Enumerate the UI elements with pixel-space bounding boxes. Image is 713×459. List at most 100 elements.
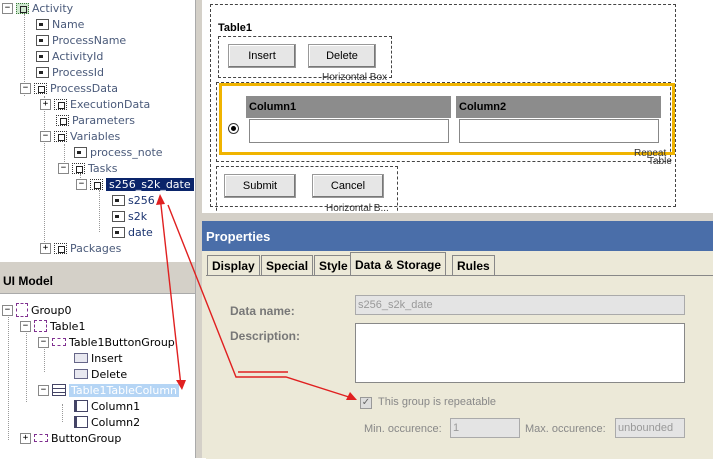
field-icon bbox=[74, 146, 87, 158]
row-radio[interactable] bbox=[228, 123, 239, 134]
tree-node-label: Table1 bbox=[50, 319, 86, 333]
min-occurence-field[interactable]: 1 bbox=[450, 418, 520, 438]
ui-node-table1buttongroup[interactable]: − Table1ButtonGroup bbox=[38, 334, 175, 350]
expand-icon[interactable]: + bbox=[40, 98, 51, 110]
tab-data-storage[interactable]: Data & Storage bbox=[350, 252, 447, 276]
field-icon bbox=[112, 226, 125, 238]
ui-node-column2[interactable]: Column2 bbox=[74, 414, 140, 430]
button-icon bbox=[74, 353, 88, 363]
tree-node-s256[interactable]: s256 bbox=[112, 192, 155, 208]
submit-button[interactable]: Submit bbox=[224, 174, 296, 198]
column1-header: Column1 bbox=[246, 96, 451, 118]
table-icon bbox=[34, 320, 47, 332]
tree-node-label: s256_s2k_date bbox=[106, 177, 194, 191]
button-group-icon bbox=[52, 338, 66, 346]
table-label: Table bbox=[648, 156, 672, 167]
tree-node-executiondata[interactable]: + ExecutionData bbox=[40, 96, 150, 112]
column2-input[interactable] bbox=[459, 119, 659, 143]
delete-button[interactable]: Delete bbox=[308, 44, 376, 68]
tree-node-label: ProcessData bbox=[50, 81, 118, 95]
field-icon bbox=[36, 18, 49, 30]
tab-display[interactable]: Display bbox=[207, 255, 260, 275]
repeatable-label: This group is repeatable bbox=[378, 396, 497, 408]
data-name-field[interactable]: s256_s2k_date bbox=[355, 295, 685, 315]
tab-special[interactable]: Special bbox=[261, 255, 314, 275]
tree-node-process-note[interactable]: process_note bbox=[74, 144, 163, 160]
description-textarea[interactable] bbox=[355, 323, 685, 383]
tree-node-label: process_note bbox=[90, 145, 163, 159]
tree-node-label: ExecutionData bbox=[70, 97, 151, 111]
tree-node-activityid[interactable]: ActivityId bbox=[36, 48, 103, 64]
ui-node-column1[interactable]: Column1 bbox=[74, 398, 140, 414]
tree-node-label: Parameters bbox=[72, 113, 135, 127]
cancel-button[interactable]: Cancel bbox=[312, 174, 384, 198]
field-icon bbox=[36, 66, 49, 78]
tree-node-date[interactable]: date bbox=[112, 224, 153, 240]
vertical-splitter[interactable] bbox=[195, 0, 202, 458]
ui-node-insert[interactable]: Insert bbox=[74, 350, 123, 366]
expand-icon[interactable]: + bbox=[20, 432, 31, 444]
collapse-icon[interactable]: − bbox=[20, 320, 31, 332]
tree-node-label: Activity bbox=[32, 1, 74, 15]
properties-panel: Display Special Style Data & Storage Rul… bbox=[202, 251, 713, 459]
tab-style[interactable]: Style bbox=[314, 255, 353, 275]
tree-node-label: s256 bbox=[128, 193, 155, 207]
collapse-icon[interactable]: − bbox=[58, 162, 69, 174]
field-icon bbox=[36, 50, 49, 62]
field-icon bbox=[36, 34, 49, 46]
ui-node-group0[interactable]: − Group0 bbox=[2, 302, 72, 318]
collapse-icon[interactable]: − bbox=[76, 178, 87, 190]
tree-node-processid[interactable]: ProcessId bbox=[36, 64, 104, 80]
tree-node-activity[interactable]: − Activity bbox=[2, 0, 73, 16]
collapse-icon[interactable]: − bbox=[38, 336, 49, 348]
repeatable-checkbox[interactable]: ✓ bbox=[360, 397, 372, 409]
tree-node-label: s2k bbox=[128, 209, 148, 223]
collapse-icon[interactable]: − bbox=[20, 82, 31, 94]
tree-node-label: Group0 bbox=[31, 303, 72, 317]
field-icon bbox=[112, 210, 125, 222]
tree-node-s256-s2k-date[interactable]: − s256_s2k_date bbox=[76, 176, 194, 192]
data-name-label: Data name: bbox=[230, 304, 295, 318]
group-icon bbox=[54, 98, 67, 110]
tree-node-variables[interactable]: − Variables bbox=[40, 128, 120, 144]
ui-node-table1tablecolumn[interactable]: − Table1TableColumn bbox=[38, 382, 180, 398]
ui-model-title: UI Model bbox=[0, 268, 195, 294]
collapse-icon[interactable]: − bbox=[2, 2, 13, 14]
collapse-icon[interactable]: − bbox=[38, 384, 49, 396]
max-occurence-field[interactable]: unbounded bbox=[615, 418, 685, 438]
horizontal-splitter[interactable] bbox=[202, 213, 713, 221]
group-icon bbox=[54, 242, 67, 254]
tab-content: Data name: s256_s2k_date Description: ✓ … bbox=[206, 275, 713, 459]
tree-node-processdata[interactable]: − ProcessData bbox=[20, 80, 118, 96]
collapse-icon[interactable]: − bbox=[2, 304, 13, 316]
tree-node-tasks[interactable]: − Tasks bbox=[58, 160, 117, 176]
column2-header: Column2 bbox=[456, 96, 661, 118]
tree-node-label: ProcessId bbox=[52, 65, 104, 79]
column-icon bbox=[74, 400, 88, 412]
group-icon bbox=[90, 178, 103, 190]
tree-node-label: Name bbox=[52, 17, 85, 31]
ui-node-buttongroup[interactable]: + ButtonGroup bbox=[20, 430, 121, 446]
tab-rules[interactable]: Rules bbox=[452, 255, 495, 275]
tree-node-label: ActivityId bbox=[52, 49, 104, 63]
description-label: Description: bbox=[230, 329, 301, 343]
collapse-icon[interactable]: − bbox=[40, 130, 51, 142]
button-icon bbox=[74, 369, 88, 379]
tree-node-packages[interactable]: + Packages bbox=[40, 240, 121, 256]
ui-node-delete[interactable]: Delete bbox=[74, 366, 127, 382]
tree-node-label: Table1TableColumn bbox=[69, 383, 180, 397]
data-tree-panel: − Activity Name ProcessName ActivityId P… bbox=[0, 0, 195, 262]
tree-node-parameters[interactable]: Parameters bbox=[56, 112, 135, 128]
tree-node-name[interactable]: Name bbox=[36, 16, 84, 32]
tree-node-processname[interactable]: ProcessName bbox=[36, 32, 126, 48]
column1-input[interactable] bbox=[249, 119, 449, 143]
ui-node-table1[interactable]: − Table1 bbox=[20, 318, 85, 334]
table-column-icon bbox=[52, 384, 66, 396]
tree-node-label: Variables bbox=[70, 129, 121, 143]
form-designer-canvas[interactable]: Table1 Insert Delete Horizontal Box Colu… bbox=[202, 0, 713, 213]
tree-node-label: Column1 bbox=[91, 399, 141, 413]
min-occurence-label: Min. occurence: bbox=[364, 423, 442, 435]
insert-button[interactable]: Insert bbox=[228, 44, 296, 68]
expand-icon[interactable]: + bbox=[40, 242, 51, 254]
tree-node-s2k[interactable]: s2k bbox=[112, 208, 147, 224]
